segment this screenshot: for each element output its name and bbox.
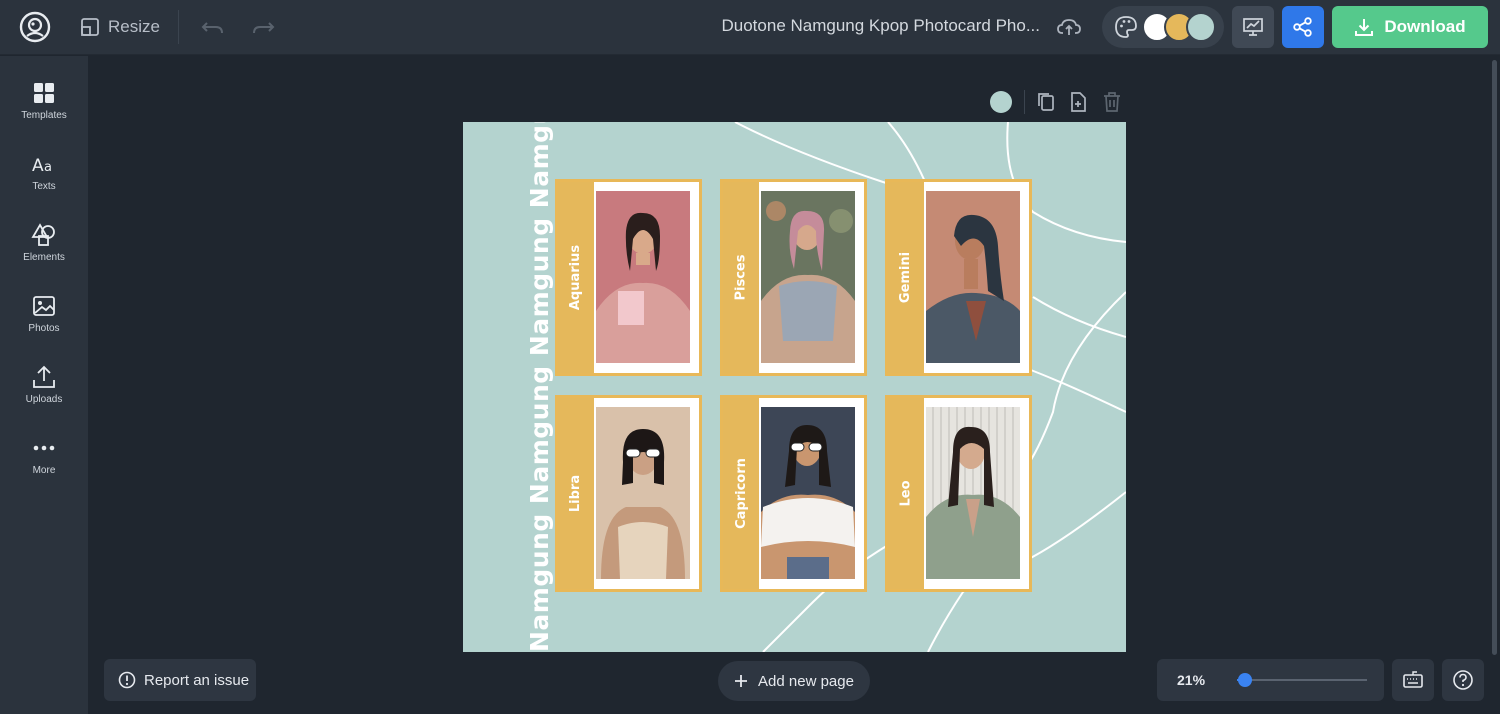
resize-button[interactable]: Resize (80, 14, 160, 40)
top-bar: Resize Duotone Namgung Kpop Photocard Ph… (0, 0, 1500, 55)
info-alert-icon (118, 671, 136, 689)
sidebar-item-elements[interactable]: Elements (0, 222, 88, 282)
sidebar-item-uploads[interactable]: Uploads (0, 364, 88, 424)
palette-swatch[interactable] (1186, 12, 1216, 42)
undo-icon[interactable] (200, 14, 226, 40)
add-new-page-button[interactable]: Add new page (718, 661, 870, 701)
zodiac-label: Capricorn (723, 398, 759, 589)
zodiac-label: Gemini (888, 182, 924, 373)
help-question-icon (1453, 670, 1473, 690)
toolbar-divider (1024, 90, 1025, 114)
sidebar-item-label: Texts (32, 181, 56, 192)
zodiac-label-text: Capricorn (733, 458, 749, 529)
photo-pisces (761, 191, 855, 363)
download-label: Download (1384, 17, 1466, 36)
present-button[interactable] (1232, 6, 1274, 48)
sidebar-item-label: Photos (28, 323, 60, 334)
photocard-gemini[interactable]: Gemini (885, 179, 1032, 376)
resize-label: Resize (108, 17, 160, 36)
zodiac-label: Leo (888, 398, 924, 589)
app-logo-icon[interactable] (18, 10, 52, 44)
zodiac-label: Pisces (723, 182, 759, 373)
share-button[interactable] (1282, 6, 1324, 48)
canvas-scrollbar[interactable] (1492, 60, 1497, 655)
trash-icon[interactable] (1100, 90, 1124, 114)
color-palette-picker[interactable] (1102, 6, 1224, 48)
zodiac-label-text: Pisces (733, 254, 749, 301)
add-page-icon[interactable] (1066, 90, 1090, 114)
sidebar-item-label: More (32, 465, 56, 476)
presentation-icon (1243, 18, 1263, 36)
sidebar-item-more[interactable]: More (0, 435, 88, 495)
zodiac-label: Libra (558, 398, 594, 589)
svg-text:a: a (44, 160, 52, 175)
elements-icon (31, 223, 55, 246)
photocard-pisces[interactable]: Pisces (720, 179, 867, 376)
sidebar-item-label: Uploads (25, 394, 63, 405)
svg-text:A: A (32, 156, 44, 176)
photo-libra (596, 407, 690, 579)
document-title[interactable]: Duotone Namgung Kpop Photocard Pho... (690, 16, 1041, 36)
plus-icon (735, 675, 748, 687)
report-issue-button[interactable]: Report an issue (104, 659, 256, 701)
zodiac-label: Aquarius (558, 182, 594, 373)
photocard-leo[interactable]: Leo (885, 395, 1032, 592)
toolbar-divider (178, 10, 179, 44)
sidebar-item-label: Templates (21, 110, 67, 121)
zodiac-label-text: Leo (898, 480, 914, 507)
photo-capricorn (761, 407, 855, 579)
download-button[interactable]: Download (1332, 6, 1488, 48)
palette-icon (1115, 16, 1137, 38)
add-new-page-label: Add new page (758, 672, 854, 690)
sidebar-item-label: Elements (23, 252, 65, 263)
zodiac-label-text: Gemini (898, 251, 914, 304)
templates-icon (34, 83, 54, 103)
keyboard-icon (1403, 671, 1423, 688)
photos-icon (33, 296, 55, 316)
photocard-aquarius[interactable]: Aquarius (555, 179, 702, 376)
sidebar-item-photos[interactable]: Photos (0, 293, 88, 353)
zodiac-label-text: Libra (568, 474, 584, 513)
photocard-capricorn[interactable]: Capricorn (720, 395, 867, 592)
text-icon: A a (32, 156, 52, 176)
zoom-slider-handle[interactable] (1238, 673, 1252, 687)
photo-aquarius (596, 191, 690, 363)
duplicate-page-icon[interactable] (1034, 90, 1058, 114)
upload-icon (33, 365, 55, 388)
share-icon (1293, 17, 1312, 37)
download-icon (1355, 19, 1374, 36)
zoom-control: 21% (1157, 659, 1384, 701)
design-page[interactable]: Namgung Namgung Namgung Namgung Aquarius… (463, 122, 1126, 652)
photocard-libra[interactable]: Libra (555, 395, 702, 592)
page-background-color-swatch[interactable] (990, 91, 1012, 113)
cloud-save-icon[interactable] (1056, 14, 1082, 40)
redo-icon[interactable] (250, 14, 276, 40)
zodiac-label-text: Aquarius (568, 244, 584, 311)
more-icon (33, 445, 55, 451)
keyboard-shortcuts-button[interactable] (1392, 659, 1434, 701)
report-issue-label: Report an issue (144, 671, 250, 689)
sidebar-item-texts[interactable]: A a Texts (0, 151, 88, 211)
zoom-slider[interactable] (1237, 673, 1367, 687)
left-sidebar: Templates A a Texts Elements Photos Uplo… (0, 56, 88, 714)
sidebar-item-templates[interactable]: Templates (0, 80, 88, 140)
photo-gemini (926, 191, 1020, 363)
resize-icon (81, 18, 99, 36)
help-button[interactable] (1442, 659, 1484, 701)
zoom-percentage[interactable]: 21% (1177, 672, 1205, 688)
photo-leo (926, 407, 1020, 579)
